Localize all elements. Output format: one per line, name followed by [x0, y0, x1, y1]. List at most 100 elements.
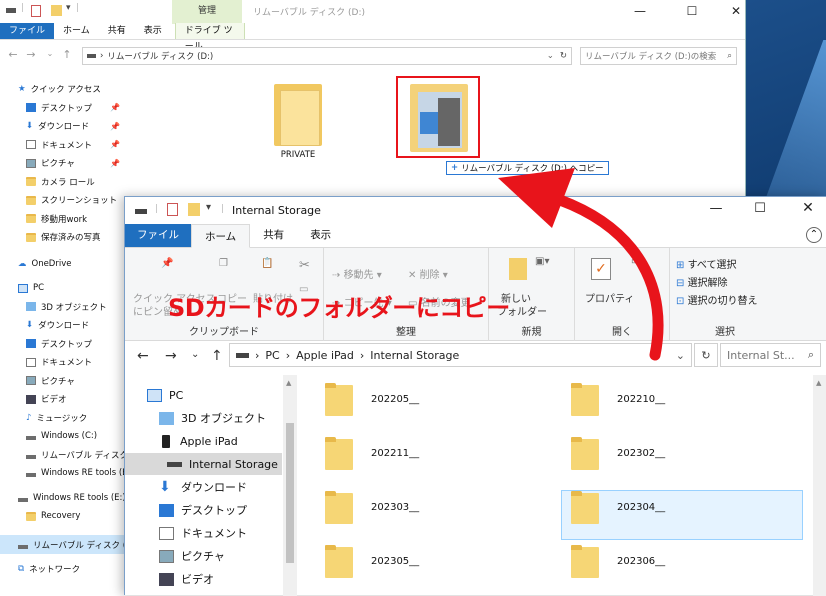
address-bar[interactable]: › PC › Apple iPad › Internal Storage ⌄	[229, 343, 692, 367]
tab-home[interactable]: ホーム	[191, 224, 251, 248]
forward-icon[interactable]: →	[165, 348, 177, 364]
breadcrumb-apple-ipad[interactable]: Apple iPad	[296, 349, 354, 362]
folder-item-202306[interactable]: 202306__	[571, 545, 665, 578]
sidebar-item-drive-d[interactable]: リムーバブル ディスク (D:	[26, 446, 143, 465]
qat-dropdown-icon[interactable]: ▾	[206, 202, 211, 213]
tree-item-internal-storage[interactable]: Internal Storage	[167, 453, 278, 475]
sidebar-item-music-pc[interactable]: ♪ ミュージック	[26, 409, 126, 428]
pin-icon[interactable]: 📌	[110, 159, 120, 168]
tab-file[interactable]: ファイル	[0, 23, 55, 39]
delete-button[interactable]: ✕ 削除 ▾	[408, 266, 448, 281]
sidebar-item-work[interactable]: 移動用work	[26, 210, 126, 229]
open-icon[interactable]: ▭▾	[631, 256, 645, 267]
recent-dropdown-icon[interactable]: ⌄	[191, 349, 199, 360]
sidebar-item-downloads-pc[interactable]: ⬇ ダウンロード	[26, 316, 126, 335]
scroll-up-icon[interactable]: ▲	[816, 379, 821, 387]
pin-icon[interactable]: 📌	[110, 140, 120, 149]
dropdown-icon[interactable]: ⌄	[547, 51, 554, 61]
tree-scrollbar[interactable]: ▲	[283, 375, 297, 596]
folder-item-202305[interactable]: 202305__	[325, 545, 419, 578]
sidebar-item-pictures[interactable]: ピクチャ 📌	[26, 154, 126, 173]
sidebar-item-videos-pc[interactable]: ビデオ	[26, 390, 126, 409]
sidebar-item-pictures-pc[interactable]: ピクチャ	[26, 372, 126, 391]
address-dropdown-icon[interactable]: ⌄	[676, 349, 685, 362]
back-icon[interactable]: ←	[6, 48, 20, 61]
tab-share[interactable]: 共有	[99, 23, 135, 39]
invert-selection-button[interactable]: ⊡ 選択の切り替え	[676, 292, 758, 307]
refresh-button[interactable]: ↻	[694, 343, 718, 367]
sidebar-item-quick-access[interactable]: ★ クイック アクセス	[18, 80, 126, 99]
select-none-button[interactable]: ⊟ 選択解除	[676, 274, 728, 289]
up-icon[interactable]: ↑	[60, 48, 74, 61]
content-scrollbar[interactable]: ▲	[813, 375, 826, 596]
sidebar-item-onedrive[interactable]: ☁ OneDrive	[18, 255, 126, 274]
minimize-button[interactable]: —	[693, 197, 739, 219]
tab-drive-tools[interactable]: ドライブ ツール	[174, 23, 245, 52]
tree-item-pc[interactable]: PC	[147, 384, 183, 406]
maximize-button[interactable]: ☐	[737, 197, 783, 219]
close-button[interactable]: ✕	[785, 197, 826, 219]
sidebar-item-network[interactable]: ⧉ ネットワーク	[18, 560, 80, 578]
properties-icon[interactable]	[167, 203, 178, 216]
tree-item-pictures[interactable]: ピクチャ	[159, 545, 225, 567]
folder-item-202211[interactable]: 202211__	[325, 437, 419, 470]
search-input[interactable]: Internal St... ⌕	[720, 343, 821, 367]
folder-item-202304[interactable]: 202304__	[571, 491, 665, 524]
qat-dropdown-icon[interactable]: ▾	[66, 3, 71, 13]
tree-item-documents[interactable]: ドキュメント	[159, 522, 247, 544]
select-all-button[interactable]: ⊞ すべて選択	[676, 256, 736, 271]
sidebar-item-recovery[interactable]: Recovery	[26, 507, 126, 526]
maximize-button[interactable]: ☐	[672, 0, 712, 22]
pin-icon[interactable]: 📌	[110, 103, 120, 112]
properties-icon[interactable]	[31, 5, 41, 17]
tree-item-apple-ipad[interactable]: Apple iPad	[159, 430, 238, 452]
move-to-button[interactable]: ⇢ 移動先 ▾	[332, 266, 382, 281]
folder-item-private[interactable]: PRIVATE	[268, 80, 328, 160]
folder-item-202205[interactable]: 202205__	[325, 383, 419, 416]
tree-item-desktop[interactable]: デスクトップ	[159, 499, 247, 521]
scrollbar-thumb[interactable]	[286, 423, 294, 563]
tab-share[interactable]: 共有	[250, 223, 297, 247]
sidebar-item-windows-re-tools[interactable]: Windows RE tools (E:)	[18, 489, 126, 508]
cut-icon[interactable]: ✂	[299, 258, 310, 273]
breadcrumb-internal-storage[interactable]: Internal Storage	[370, 349, 459, 362]
properties-button[interactable]: プロパティ	[585, 290, 634, 305]
forward-icon[interactable]: →	[24, 48, 38, 61]
tab-view[interactable]: 表示	[297, 223, 344, 247]
ribbon-collapse-icon[interactable]: ⌃	[806, 227, 822, 243]
sidebar-item-3d-objects[interactable]: 3D オブジェクト	[26, 298, 126, 317]
sidebar-item-pc[interactable]: PC	[18, 279, 126, 298]
tab-home[interactable]: ホーム	[54, 23, 99, 39]
close-button[interactable]: ✕	[716, 0, 756, 22]
sidebar-item-desktop-pc[interactable]: デスクトップ	[26, 335, 126, 354]
minimize-button[interactable]: —	[620, 0, 660, 22]
pin-icon[interactable]: 📌	[110, 122, 120, 131]
tree-item-downloads[interactable]: ⬇ ダウンロード	[159, 476, 247, 498]
sidebar-item-drive-c[interactable]: Windows (C:)	[26, 427, 126, 446]
breadcrumb-pc[interactable]: PC	[265, 349, 279, 362]
search-input[interactable]: リムーバブル ディスク (D:)の検索 ⌕	[580, 47, 737, 65]
sidebar-item-removable-disk-selected[interactable]: リムーバブル ディスク (D:)	[0, 535, 124, 554]
sidebar-item-downloads[interactable]: ⬇ ダウンロード 📌	[26, 117, 126, 136]
address-bar[interactable]: › リムーバブル ディスク (D:) ⌄ ↻	[82, 47, 572, 65]
new-folder-icon[interactable]	[51, 5, 62, 16]
sidebar-item-documents[interactable]: ドキュメント 📌	[26, 136, 126, 155]
tree-item-3d-objects[interactable]: 3D オブジェクト	[159, 407, 266, 429]
sidebar-item-desktop[interactable]: デスクトップ 📌	[26, 99, 126, 118]
sidebar-item-screenshots[interactable]: スクリーンショット	[26, 191, 126, 210]
back-icon[interactable]: ←	[137, 348, 149, 364]
folder-item-202210[interactable]: 202210__	[571, 383, 665, 416]
folder-item-202303[interactable]: 202303__	[325, 491, 419, 524]
folder-item-202302[interactable]: 202302__	[571, 437, 665, 470]
refresh-icon[interactable]: ↻	[560, 51, 567, 61]
recent-dropdown-icon[interactable]: ⌄	[43, 49, 57, 58]
manage-context-tab[interactable]: 管理	[172, 0, 242, 24]
sidebar-item-drive-e[interactable]: Windows RE tools (E:	[26, 464, 130, 483]
up-icon[interactable]: ↑	[211, 348, 223, 364]
sidebar-item-documents-pc[interactable]: ドキュメント	[26, 353, 126, 372]
sidebar-item-saved-pictures[interactable]: 保存済みの写真	[26, 228, 126, 247]
tree-item-videos[interactable]: ビデオ	[159, 568, 214, 590]
tab-file[interactable]: ファイル	[125, 223, 191, 247]
sidebar-item-camera-roll[interactable]: カメラ ロール	[26, 173, 126, 192]
new-item-icon[interactable]: ▣▾	[535, 256, 549, 267]
